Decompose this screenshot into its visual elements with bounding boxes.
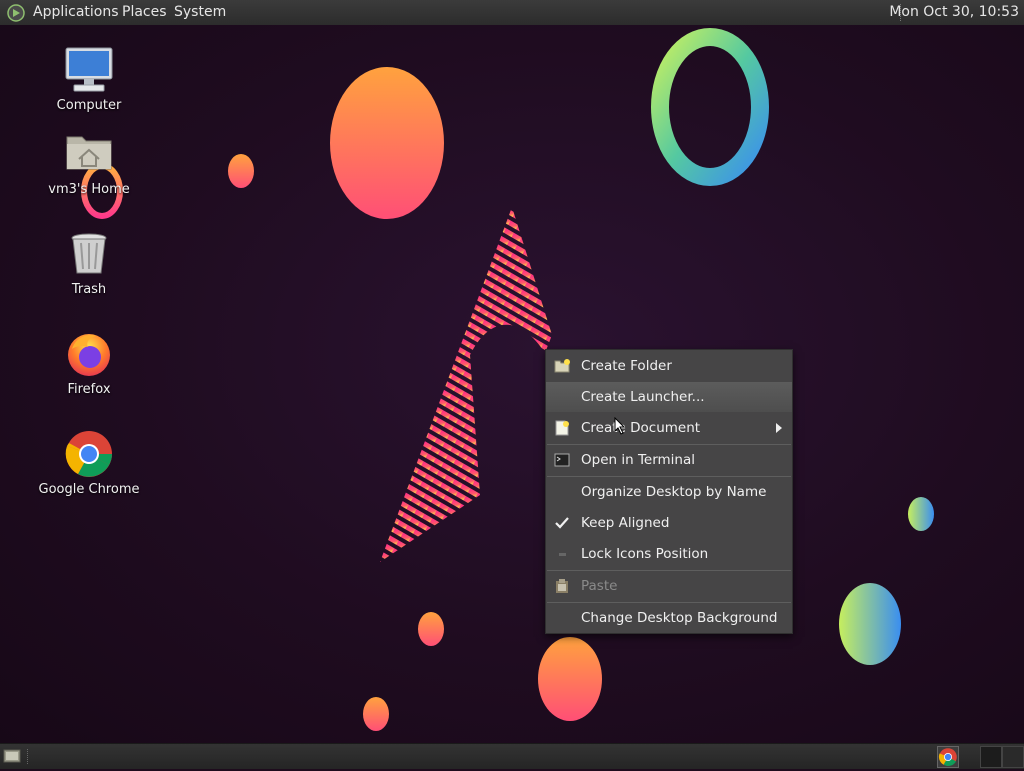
menu-item-create-folder[interactable]: Create Folder [546, 351, 792, 381]
taskbar-chrome-button[interactable] [937, 746, 959, 768]
desktop-icon-home[interactable]: vm3's Home [24, 129, 154, 197]
chrome-icon [65, 431, 112, 477]
menu-item-lock-icons[interactable]: Lock Icons Position [546, 539, 792, 569]
top-panel: Applications Places System Mon Oct 30, 1… [0, 0, 1024, 26]
desktop-context-menu: Create Folder Create Launcher... Create … [545, 349, 793, 634]
workspace-2-button[interactable] [1002, 746, 1024, 768]
desktop-icon-trash[interactable]: Trash [24, 229, 154, 297]
terminal-icon [554, 453, 570, 467]
desktop-icon-label: Firefox [67, 382, 111, 397]
places-menu[interactable]: Places [122, 0, 167, 25]
menu-item-create-launcher[interactable]: Create Launcher... [546, 382, 792, 412]
desktop-icon-computer[interactable]: Computer [24, 45, 154, 113]
show-desktop-icon[interactable] [3, 748, 21, 764]
clock[interactable]: Mon Oct 30, 10:53 [889, 0, 1019, 25]
menu-item-create-document[interactable]: Create Document [546, 413, 792, 443]
desktop-icon-label: Trash [71, 282, 107, 297]
chrome-icon [938, 748, 957, 766]
menu-item-paste: Paste [546, 571, 792, 601]
new-document-icon [555, 420, 569, 436]
new-folder-icon [554, 359, 570, 373]
checkmark-icon [555, 517, 569, 529]
firefox-icon [68, 334, 110, 376]
distro-logo-icon[interactable] [7, 4, 25, 22]
home-folder-icon [66, 136, 112, 170]
mouse-cursor-icon [614, 417, 626, 435]
menu-item-keep-aligned[interactable]: Keep Aligned [546, 508, 792, 538]
workspace-1-button[interactable] [980, 746, 1002, 768]
unchecked-box-icon [559, 553, 566, 556]
desktop-icon-label: Computer [56, 98, 122, 113]
submenu-arrow-icon [776, 423, 782, 433]
desktop-icon-label: Google Chrome [38, 482, 140, 497]
menu-item-change-background[interactable]: Change Desktop Background [546, 603, 792, 633]
panel-grip[interactable] [27, 749, 32, 764]
menu-item-open-terminal[interactable]: Open in Terminal [546, 445, 792, 475]
menu-item-organize-desktop[interactable]: Organize Desktop by Name [546, 477, 792, 507]
desktop[interactable]: Computer vm3's Home Trash Firefox Google… [0, 25, 1024, 743]
desktop-icon-chrome[interactable]: Google Chrome [24, 429, 154, 497]
desktop-icon-label: vm3's Home [48, 182, 130, 197]
computer-icon [65, 47, 113, 92]
bottom-panel [0, 743, 1024, 769]
paste-icon [556, 579, 568, 593]
system-menu[interactable]: System [174, 0, 226, 25]
applications-menu[interactable]: Applications [33, 0, 119, 25]
desktop-icon-firefox[interactable]: Firefox [24, 329, 154, 397]
trash-icon [71, 233, 107, 274]
